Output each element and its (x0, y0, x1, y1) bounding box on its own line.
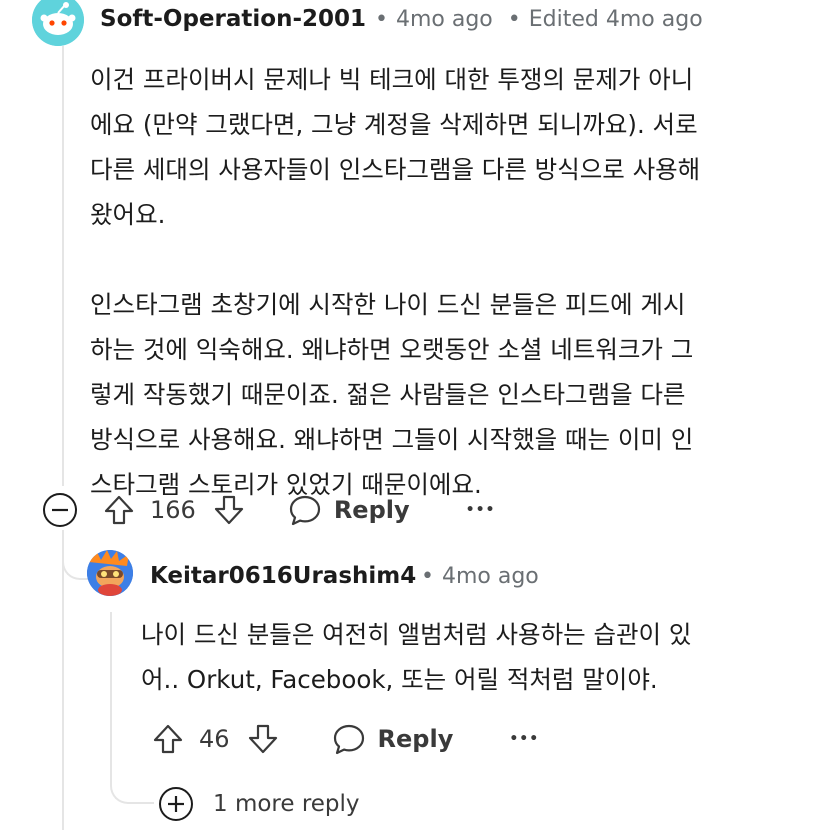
downvote-arrow-icon (214, 495, 243, 525)
comment-meta: • 4mo ago • Edited 4mo ago (375, 7, 703, 32)
body-line: 인스타그램 초창기에 시작한 나이 드신 분들은 피드에 게시 (90, 290, 686, 319)
upvote-arrow-icon (104, 495, 134, 525)
reply-action-bar: 46 Reply ••• (149, 719, 539, 759)
comment-action-bar: 166 Reply ••• (100, 490, 495, 530)
reply-label: Reply (377, 725, 454, 753)
comment-timestamp: 4mo ago (395, 7, 493, 32)
body-line: 어.. Orkut, Facebook, 또는 어릴 적처럼 말이야. (141, 665, 658, 694)
minus-circle-icon (43, 493, 77, 527)
downvote-arrow-icon (248, 724, 277, 754)
more-replies-label: 1 more reply (213, 791, 360, 817)
meta-separator: • (507, 7, 521, 32)
reply-label: Reply (333, 496, 410, 524)
more-options-button[interactable]: ••• (509, 731, 539, 747)
comment-edited: Edited 4mo ago (528, 7, 703, 32)
thread-line-lower (62, 530, 64, 830)
body-line: 방식으로 사용해요. 왜냐하면 그들이 시작했을 때는 이미 인 (90, 425, 694, 454)
meta-separator: • (421, 564, 434, 589)
avatar[interactable] (32, 0, 84, 46)
body-line: 나이 드신 분들은 여전히 앨범처럼 사용하는 습관이 있 (141, 620, 692, 649)
speech-bubble-icon (289, 495, 320, 526)
plus-circle-icon (159, 787, 193, 821)
vote-count: 166 (150, 496, 196, 524)
body-line: 이건 프라이버시 문제나 빅 테크에 대한 투쟁의 문제가 아니 (90, 65, 694, 94)
body-line: 하는 것에 익숙해요. 왜냐하면 오랫동안 소셜 네트워크가 그 (90, 335, 694, 364)
more-replies-connector (110, 760, 154, 804)
body-line: 에요 (만약 그랬다면, 그냥 계정을 삭제하면 되니까요). 서로 (90, 110, 698, 139)
snoo-avatar-icon (32, 0, 84, 46)
upvote-button[interactable] (149, 719, 187, 759)
thread-line-reply (110, 612, 112, 777)
body-line: 왔어요. (90, 200, 166, 229)
reply-button[interactable]: Reply (332, 722, 454, 756)
speech-bubble-icon (333, 724, 364, 755)
comment-paragraph-2: 인스타그램 초창기에 시작한 나이 드신 분들은 피드에 게시 하는 것에 익숙… (90, 282, 790, 507)
upvote-arrow-icon (153, 724, 183, 754)
downvote-button[interactable] (244, 719, 282, 759)
downvote-button[interactable] (210, 490, 248, 530)
upvote-button[interactable] (100, 490, 138, 530)
thread-line-main (62, 46, 64, 486)
avatar[interactable] (87, 550, 133, 596)
reply-meta: • 4mo ago (421, 564, 539, 589)
thread-branch-connector (62, 530, 90, 580)
meta-separator: • (375, 7, 388, 32)
vote-count: 46 (199, 725, 230, 753)
reply-body: 나이 드신 분들은 여전히 앨범처럼 사용하는 습관이 있 어.. Orkut,… (141, 612, 791, 702)
snoo-avatar-icon (87, 550, 133, 596)
comment-paragraph-1: 이건 프라이버시 문제나 빅 테크에 대한 투쟁의 문제가 아니 에요 (만약 … (90, 57, 790, 237)
comment-username[interactable]: Soft-Operation-2001 (100, 6, 366, 32)
reply-button[interactable]: Reply (288, 493, 410, 527)
reply-timestamp: 4mo ago (441, 564, 539, 589)
body-line: 렇게 작동했기 때문이죠. 젊은 사람들은 인스타그램을 다른 (90, 380, 686, 409)
collapse-thread-button[interactable] (41, 491, 79, 529)
body-line: 다른 세대의 사용자들이 인스타그램을 다른 방식으로 사용해 (90, 155, 701, 184)
more-options-button[interactable]: ••• (466, 502, 496, 518)
reply-username[interactable]: Keitar0616Urashim4 (150, 563, 416, 589)
more-replies-button[interactable]: 1 more reply (157, 785, 360, 823)
comment-body: 이건 프라이버시 문제나 빅 테크에 대한 투쟁의 문제가 아니 에요 (만약 … (90, 57, 790, 507)
